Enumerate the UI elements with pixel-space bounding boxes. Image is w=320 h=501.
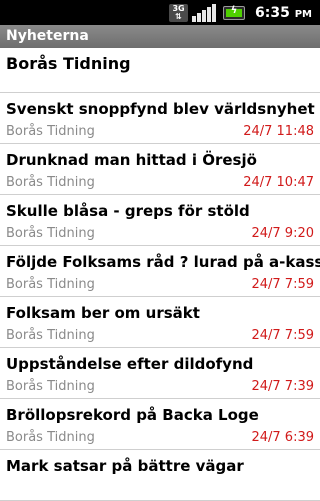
news-item[interactable]: Drunknad man hittad i Öresjö Borås Tidni… bbox=[0, 144, 320, 195]
news-item-title: Drunknad man hittad i Öresjö bbox=[6, 151, 257, 169]
news-item-title: Svenskt snoppfynd blev världsnyhet bbox=[6, 100, 315, 118]
app-title: Nyheterna bbox=[6, 28, 89, 44]
news-item-date: 24/7 6:39 bbox=[251, 430, 314, 445]
feed-header: Borås Tidning bbox=[0, 48, 320, 93]
news-item-title: Mark satsar på bättre vägar bbox=[6, 457, 244, 475]
news-item[interactable]: Folksam ber om ursäkt Borås Tidning 24/7… bbox=[0, 297, 320, 348]
news-item-source: Borås Tidning bbox=[6, 124, 95, 139]
news-item-date: 24/7 7:59 bbox=[251, 328, 314, 343]
news-item-date: 24/7 7:59 bbox=[251, 277, 314, 292]
news-item-date: 24/7 9:20 bbox=[251, 226, 314, 241]
news-item-source: Borås Tidning bbox=[6, 379, 95, 394]
news-item[interactable]: Mark satsar på bättre vägar bbox=[0, 450, 320, 501]
news-list[interactable]: Borås Tidning Svenskt snoppfynd blev vär… bbox=[0, 48, 320, 501]
network-3g-icon: 3G ⇅ bbox=[169, 3, 189, 22]
news-item[interactable]: Uppståndelse efter dildofynd Borås Tidni… bbox=[0, 348, 320, 399]
news-item-title: Uppståndelse efter dildofynd bbox=[6, 355, 254, 373]
clock: 6:35 PM bbox=[255, 5, 312, 21]
news-item-title: Folksam ber om ursäkt bbox=[6, 304, 200, 322]
news-item-date: 24/7 7:39 bbox=[251, 379, 314, 394]
news-item-date: 24/7 10:47 bbox=[243, 175, 314, 190]
news-item-title: Följde Folksams råd ? lurad på a-kassa bbox=[6, 253, 320, 271]
news-item-source: Borås Tidning bbox=[6, 175, 95, 190]
data-arrows-icon: ⇅ bbox=[175, 11, 182, 21]
news-item[interactable]: Skulle blåsa - greps för stöld Borås Tid… bbox=[0, 195, 320, 246]
news-item-source: Borås Tidning bbox=[6, 277, 95, 292]
news-item-date: 24/7 11:48 bbox=[243, 124, 314, 139]
app-title-bar: Nyheterna bbox=[0, 25, 320, 48]
news-item[interactable]: Följde Folksams råd ? lurad på a-kassa B… bbox=[0, 246, 320, 297]
status-bar: 3G ⇅ ϟ 6:35 PM bbox=[0, 0, 320, 25]
battery-charging-icon: ϟ bbox=[223, 5, 246, 20]
news-item[interactable]: Svenskt snoppfynd blev världsnyhet Borås… bbox=[0, 93, 320, 144]
clock-time: 6:35 bbox=[255, 4, 290, 21]
news-item-title: Bröllopsrekord på Backa Loge bbox=[6, 406, 259, 424]
news-item-title: Skulle blåsa - greps för stöld bbox=[6, 202, 250, 220]
news-item-source: Borås Tidning bbox=[6, 226, 95, 241]
signal-strength-icon bbox=[192, 3, 217, 22]
news-item[interactable]: Bröllopsrekord på Backa Loge Borås Tidni… bbox=[0, 399, 320, 450]
news-item-source: Borås Tidning bbox=[6, 328, 95, 343]
status-icons: 3G ⇅ ϟ 6:35 PM bbox=[169, 0, 312, 25]
news-item-source: Borås Tidning bbox=[6, 430, 95, 445]
feed-name: Borås Tidning bbox=[6, 54, 131, 73]
clock-ampm: PM bbox=[294, 8, 312, 20]
